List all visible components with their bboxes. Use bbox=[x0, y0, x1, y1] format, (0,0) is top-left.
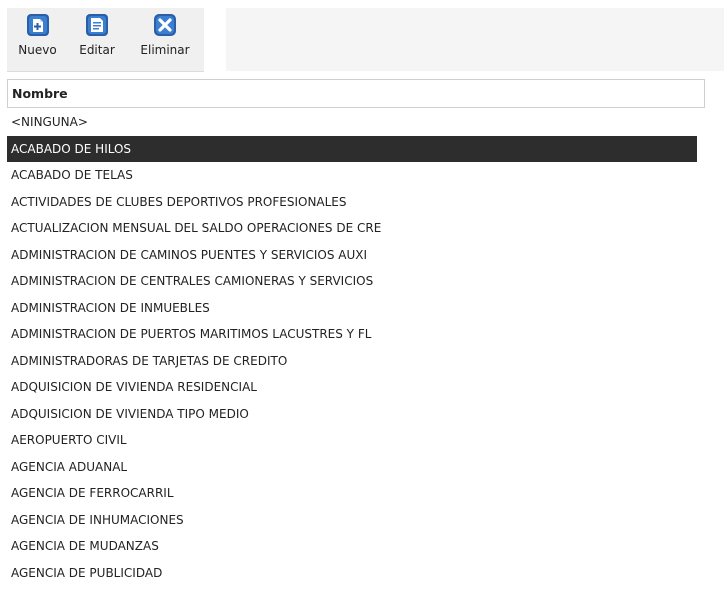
table-row[interactable]: ADQUISICION DE VIVIENDA TIPO MEDIO bbox=[7, 401, 697, 428]
toolbar-background bbox=[226, 8, 724, 71]
table-row[interactable]: ADMINISTRACION DE CAMINOS PUENTES Y SERV… bbox=[7, 242, 697, 269]
table-row[interactable]: ADMINISTRADORAS DE TARJETAS DE CREDITO bbox=[7, 348, 697, 375]
table-row[interactable]: ACABADO DE TELAS bbox=[7, 162, 697, 189]
table-row[interactable]: ADQUISICION DE VIVIENDA RESIDENCIAL bbox=[7, 374, 697, 401]
table-row[interactable]: ADMINISTRACION DE PUERTOS MARITIMOS LACU… bbox=[7, 321, 697, 348]
eliminar-button[interactable]: Eliminar bbox=[126, 8, 204, 71]
table-row[interactable]: ADMINISTRACION DE INMUEBLES bbox=[7, 295, 697, 322]
nuevo-button[interactable]: Nuevo bbox=[7, 8, 68, 71]
table-row[interactable]: ADMINISTRACION DE CENTRALES CAMIONERAS Y… bbox=[7, 268, 697, 295]
table-row[interactable]: AGENCIA DE MUDANZAS bbox=[7, 533, 697, 560]
toolbar: Nuevo Editar Eliminar bbox=[7, 8, 204, 72]
edit-document-icon bbox=[86, 14, 108, 36]
table-row[interactable]: <NINGUNA> bbox=[7, 109, 697, 136]
table-row[interactable]: AEROPUERTO CIVIL bbox=[7, 427, 697, 454]
editar-label: Editar bbox=[79, 43, 115, 57]
grid-rows: <NINGUNA> ACABADO DE HILOS ACABADO DE TE… bbox=[7, 109, 697, 586]
nuevo-label: Nuevo bbox=[18, 43, 57, 57]
table-row[interactable]: AGENCIA ADUANAL bbox=[7, 454, 697, 481]
table-row-selected[interactable]: ACABADO DE HILOS bbox=[7, 135, 697, 162]
column-header-nombre[interactable]: Nombre bbox=[7, 79, 705, 108]
table-row[interactable]: AGENCIA DE PUBLICIDAD bbox=[7, 560, 697, 587]
eliminar-label: Eliminar bbox=[140, 43, 190, 57]
add-document-icon bbox=[26, 14, 49, 36]
table-row[interactable]: ACTUALIZACION MENSUAL DEL SALDO OPERACIO… bbox=[7, 215, 697, 242]
editar-button[interactable]: Editar bbox=[68, 8, 126, 71]
table-row[interactable]: AGENCIA DE FERROCARRIL bbox=[7, 480, 697, 507]
delete-x-icon bbox=[154, 14, 176, 36]
table-row[interactable]: AGENCIA DE INHUMACIONES bbox=[7, 507, 697, 534]
table-row[interactable]: ACTIVIDADES DE CLUBES DEPORTIVOS PROFESI… bbox=[7, 189, 697, 216]
column-header-label: Nombre bbox=[12, 86, 68, 101]
